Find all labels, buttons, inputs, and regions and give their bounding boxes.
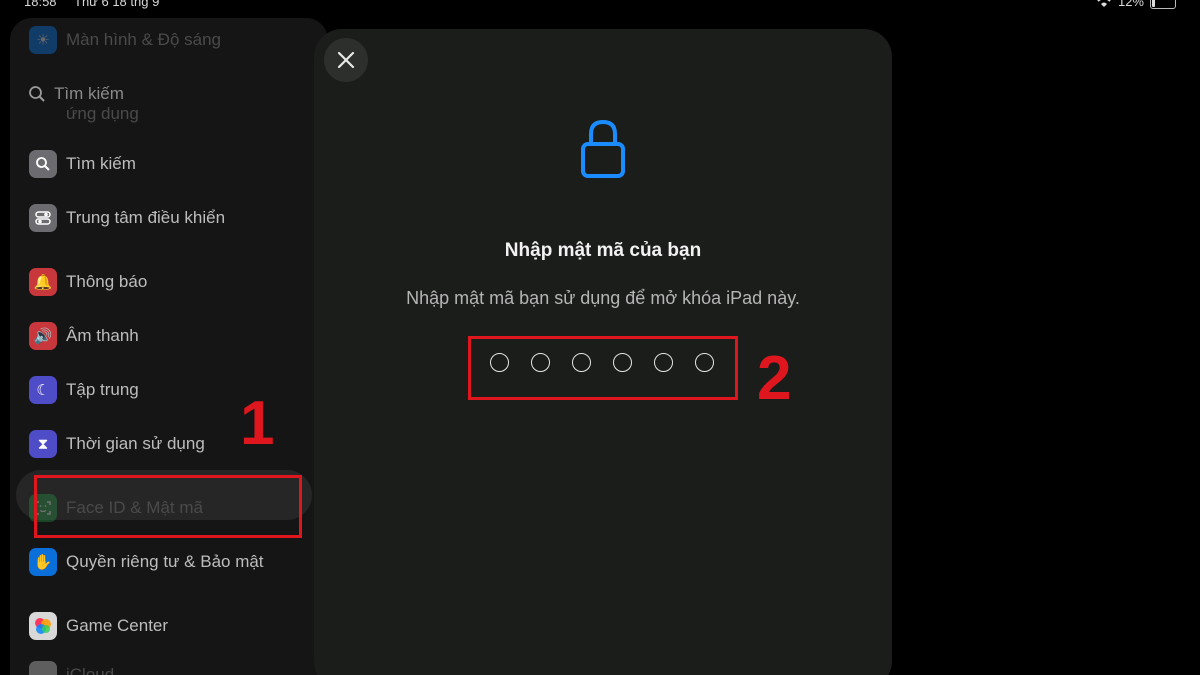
sidebar-item-control-center[interactable]: Trung tâm điều khiển: [0, 198, 318, 238]
sidebar-item-label: Màn hình & Độ sáng: [66, 30, 221, 49]
sidebar-item-notifications[interactable]: 🔔 Thông báo: [0, 262, 318, 302]
sidebar-item-label: Tìm kiếm: [66, 154, 136, 173]
modal-subtitle: Nhập mật mã bạn sử dụng để mở khóa iPad …: [406, 288, 800, 308]
sidebar-item-display[interactable]: ☀ Màn hình & Độ sáng: [0, 20, 318, 60]
sidebar-item-label: Thời gian sử dụng: [66, 434, 205, 453]
sidebar-item-label: Thông báo: [66, 272, 148, 291]
sidebar-item-label: Quyền riêng tư & Bảo mật: [66, 552, 264, 571]
game-center-icon: [29, 612, 57, 640]
toggles-icon: [29, 204, 57, 232]
moon-icon: ☾: [29, 376, 57, 404]
search-icon: [29, 150, 57, 178]
hand-icon: ✋: [29, 548, 57, 576]
sun-icon: ☀: [29, 26, 57, 54]
icloud-icon: [29, 661, 57, 675]
status-right: 12%: [1096, 0, 1176, 9]
status-time: 18:58: [24, 0, 57, 9]
search-icon: [29, 86, 45, 102]
hourglass-icon: ⧗: [29, 430, 57, 458]
sidebar-search-field[interactable]: Tìm kiếm: [28, 84, 124, 104]
sidebar-item-label: Âm thanh: [66, 326, 139, 345]
modal-title: Nhập mật mã của bạn: [504, 240, 702, 261]
annotation-box-1: [34, 475, 302, 538]
sidebar-item-sounds[interactable]: 🔊 Âm thanh: [0, 316, 318, 356]
sidebar-item-privacy[interactable]: ✋ Quyền riêng tư & Bảo mật: [0, 542, 318, 582]
sidebar-item-label: Tập trung: [66, 380, 139, 399]
sidebar-item-icloud[interactable]: iCloud: [0, 655, 318, 675]
lock-icon: [581, 119, 625, 178]
annotation-number-1: 1: [240, 389, 275, 458]
sidebar-item-label: Game Center: [66, 616, 169, 635]
close-button[interactable]: [324, 38, 368, 82]
speaker-icon: 🔊: [29, 322, 57, 350]
sidebar-item-search[interactable]: Tìm kiếm: [0, 144, 318, 184]
battery-icon: [1150, 0, 1176, 9]
battery-percent: 12%: [1117, 0, 1144, 9]
sidebar-item-label: ứng dụng: [66, 104, 139, 123]
annotation-number-2: 2: [757, 344, 792, 413]
status-date: Thứ 6 18 thg 9: [74, 0, 160, 9]
annotation-box-2: [468, 336, 738, 400]
sidebar-item-label: iCloud: [66, 665, 115, 675]
sidebar-item-label: Trung tâm điều khiển: [66, 208, 226, 227]
status-bar: 18:58 Thứ 6 18 thg 9 12%: [0, 0, 1200, 10]
search-placeholder: Tìm kiếm: [54, 84, 124, 103]
bell-icon: 🔔: [29, 268, 57, 296]
sidebar-item-game-center[interactable]: Game Center: [0, 606, 318, 646]
close-icon: [337, 51, 355, 69]
wifi-icon: [1097, 0, 1111, 7]
